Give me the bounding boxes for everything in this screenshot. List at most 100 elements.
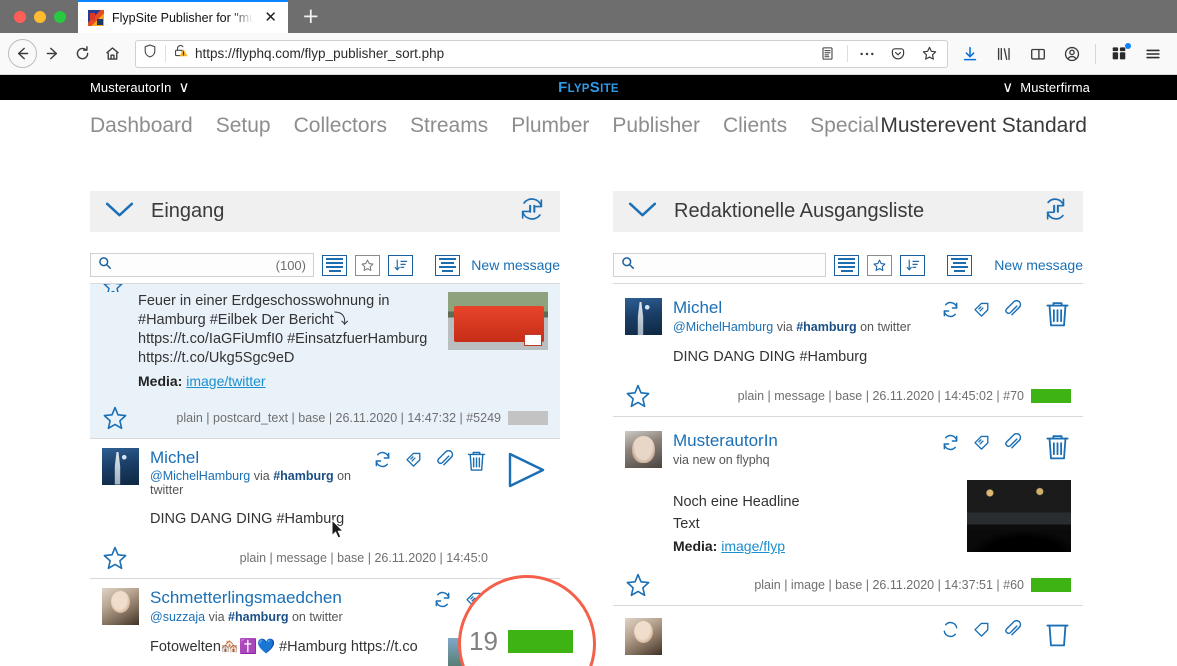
download-icon[interactable] — [954, 39, 986, 69]
chevron-down-icon[interactable] — [627, 200, 658, 224]
close-window-button[interactable] — [14, 11, 26, 23]
nav-item-publisher[interactable]: Publisher — [612, 114, 700, 138]
card-identity: Michel @MichelHamburg via #hamburg on tw… — [150, 448, 362, 498]
card-handle[interactable]: @MichelHamburg — [150, 469, 250, 483]
paperclip-icon[interactable] — [1003, 433, 1022, 452]
library-icon[interactable] — [988, 39, 1020, 69]
align-text-icon[interactable] — [947, 254, 972, 276]
nav-item-clients[interactable]: Clients — [723, 114, 787, 138]
repost-icon[interactable] — [433, 590, 452, 609]
refresh-pause-icon[interactable] — [518, 195, 546, 228]
tag-icon[interactable] — [972, 433, 991, 452]
avatar[interactable] — [625, 298, 662, 335]
tag-icon[interactable] — [972, 300, 991, 319]
card-tag[interactable]: #hamburg — [228, 610, 288, 624]
tag-icon[interactable] — [404, 450, 423, 469]
card-tag[interactable]: #hamburg — [796, 320, 856, 334]
avatar[interactable] — [102, 447, 139, 485]
tag-icon[interactable] — [972, 620, 991, 639]
card-thumbnail-image[interactable] — [967, 480, 1071, 553]
search-input-eingang[interactable]: (100) — [90, 253, 314, 277]
sidebar-icon[interactable] — [1022, 39, 1054, 69]
card-author-name[interactable]: Michel — [150, 448, 362, 468]
card-header-row — [613, 618, 1083, 656]
pocket-icon[interactable] — [886, 42, 910, 66]
account-icon[interactable] — [1056, 39, 1088, 69]
message-card[interactable]: Michel @MichelHamburg via #hamburg on tw… — [613, 284, 1083, 418]
message-card[interactable]: MusterautorIn via new on flyphq Noch ein… — [613, 417, 1083, 607]
main-navigation: Dashboard Setup Collectors Streams Plumb… — [0, 100, 1177, 152]
repost-icon[interactable] — [941, 620, 960, 639]
media-link[interactable]: image/twitter — [186, 373, 265, 389]
reader-view-icon[interactable] — [814, 42, 840, 66]
nav-item-setup[interactable]: Setup — [216, 114, 271, 138]
card-handle[interactable]: @suzzaja — [150, 610, 205, 624]
trash-icon[interactable] — [1044, 300, 1071, 329]
avatar[interactable] — [625, 431, 662, 469]
lock-warning-icon[interactable] — [173, 43, 188, 64]
card-handle[interactable]: @MichelHamburg — [673, 320, 773, 334]
sort-descending-icon[interactable] — [900, 254, 925, 276]
repost-icon[interactable] — [373, 450, 392, 469]
nav-item-collectors[interactable]: Collectors — [294, 114, 387, 138]
message-card[interactable]: Feuer in einer Erdgeschosswohnung in #Ha… — [90, 284, 560, 439]
paperclip-icon[interactable] — [1003, 620, 1022, 639]
window-controls[interactable] — [0, 11, 78, 33]
avatar[interactable] — [102, 588, 139, 626]
repost-icon[interactable] — [941, 433, 960, 452]
ellipsis-icon[interactable] — [855, 42, 879, 66]
card-author-name[interactable]: Michel — [673, 298, 930, 318]
favorite-star-icon[interactable] — [102, 405, 128, 431]
paperclip-icon[interactable] — [435, 449, 454, 469]
back-arrow-icon[interactable] — [8, 39, 37, 68]
trash-icon[interactable] — [1044, 620, 1071, 649]
nav-item-streams[interactable]: Streams — [410, 114, 488, 138]
avatar[interactable] — [625, 618, 662, 656]
hamburger-menu-icon[interactable] — [1137, 39, 1169, 69]
chevron-down-icon[interactable] — [104, 200, 135, 224]
search-input-ausgangsliste[interactable] — [613, 253, 826, 277]
message-card[interactable]: Michel @MichelHamburg via #hamburg on tw… — [90, 439, 560, 580]
card-tag[interactable]: #hamburg — [273, 469, 333, 483]
new-message-link-ausgangsliste[interactable]: New message — [994, 257, 1083, 273]
forward-arrow-icon[interactable] — [37, 39, 67, 69]
list-lines-icon[interactable] — [322, 254, 347, 276]
paperclip-icon[interactable] — [1003, 299, 1022, 319]
card-author-name[interactable]: Schmetterlingsmaedchen — [150, 588, 422, 608]
refresh-pause-icon[interactable] — [1043, 195, 1069, 228]
reload-icon[interactable] — [67, 39, 97, 69]
extensions-icon[interactable] — [1103, 39, 1135, 69]
card-thumbnail-image[interactable] — [448, 292, 548, 350]
browser-tab[interactable]: FlypSite Publisher for "musterfi ✕ — [78, 0, 288, 33]
urlbar-divider-2 — [847, 45, 848, 62]
list-lines-icon[interactable] — [834, 254, 859, 276]
star-outline-icon[interactable] — [355, 254, 380, 276]
repost-icon[interactable] — [941, 300, 960, 319]
trash-icon[interactable] — [1044, 433, 1071, 462]
minimize-window-button[interactable] — [34, 11, 46, 23]
new-tab-button[interactable]: + — [288, 6, 334, 33]
nav-item-special[interactable]: Special — [810, 114, 879, 138]
nav-item-dashboard[interactable]: Dashboard — [90, 114, 193, 138]
align-text-icon[interactable] — [435, 254, 460, 276]
favorite-star-icon[interactable] — [625, 572, 651, 598]
card-author-name[interactable]: MusterautorIn — [673, 431, 930, 451]
home-icon[interactable] — [97, 39, 127, 69]
message-card[interactable] — [613, 606, 1083, 656]
media-link[interactable]: image/flyp — [721, 538, 785, 554]
star-outline-icon[interactable] — [867, 254, 892, 276]
new-message-link-eingang[interactable]: New message — [471, 257, 560, 273]
card-author-name[interactable] — [673, 618, 930, 638]
shield-icon[interactable] — [142, 43, 158, 64]
trash-icon[interactable] — [466, 450, 488, 474]
play-send-icon[interactable] — [504, 450, 548, 490]
maximize-window-button[interactable] — [54, 11, 66, 23]
sort-descending-icon[interactable] — [388, 254, 413, 276]
nav-item-plumber[interactable]: Plumber — [511, 114, 589, 138]
address-bar[interactable]: https://flyphq.com/flyp_publisher_sort.p… — [135, 39, 948, 68]
favorite-star-icon[interactable] — [102, 545, 128, 571]
close-tab-button[interactable]: ✕ — [261, 8, 280, 27]
bookmark-star-icon[interactable] — [917, 42, 941, 66]
company-menu[interactable]: ∨ Musterfirma — [1002, 80, 1090, 95]
favorite-star-icon[interactable] — [625, 383, 651, 409]
